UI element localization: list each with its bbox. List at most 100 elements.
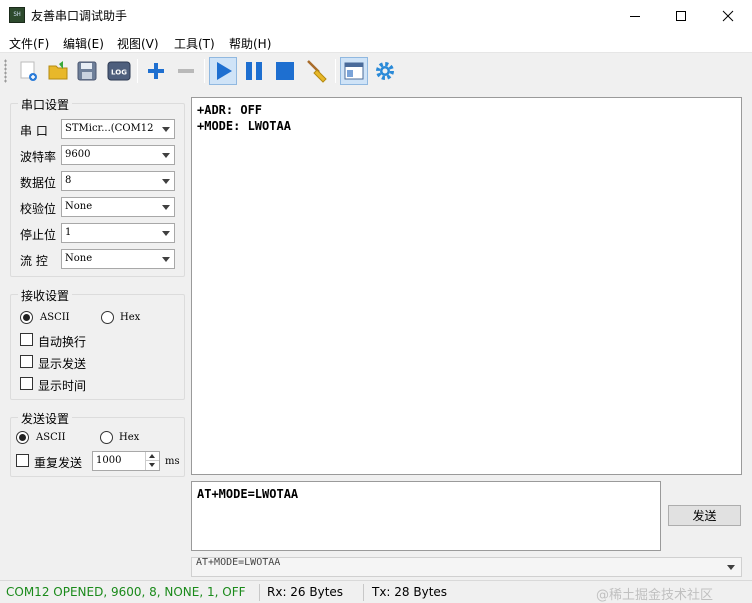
send-settings-title: 发送设置 xyxy=(18,410,73,427)
toolbar-separator xyxy=(137,59,138,83)
receive-output[interactable]: +ADR: OFF +MODE: LWOTAA xyxy=(191,97,742,475)
stopbits-label: 停止位 xyxy=(20,228,57,242)
show-send-label: 显示发送 xyxy=(38,357,87,371)
menu-view[interactable]: 视图(V) xyxy=(117,35,159,52)
repeat-interval-value: 1000 xyxy=(96,455,122,466)
maximize-icon xyxy=(676,10,686,21)
chevron-down-icon xyxy=(162,179,170,184)
clear-button[interactable] xyxy=(303,57,331,85)
close-icon xyxy=(722,10,734,21)
chevron-up-icon xyxy=(149,454,155,458)
svg-text:LOG: LOG xyxy=(111,69,127,77)
maximize-button[interactable] xyxy=(658,0,704,31)
auto-wrap-label: 自动换行 xyxy=(38,335,87,349)
save-button[interactable] xyxy=(73,57,101,85)
settings-button[interactable] xyxy=(371,57,399,85)
gear-icon xyxy=(376,62,394,80)
recv-hex-radio[interactable] xyxy=(101,311,114,324)
play-button[interactable] xyxy=(209,57,237,85)
databits-label: 数据位 xyxy=(20,176,57,190)
baud-label: 波特率 xyxy=(20,150,57,164)
receive-line: +MODE: LWOTAA xyxy=(197,119,291,133)
menu-edit[interactable]: 编辑(E) xyxy=(63,35,104,52)
toolbar-grip[interactable] xyxy=(4,59,7,83)
add-button[interactable] xyxy=(142,57,170,85)
recv-ascii-label: ASCII xyxy=(40,312,70,323)
tx-count: Tx: 28 Bytes xyxy=(372,585,448,599)
repeat-send-label: 重复发送 xyxy=(34,456,83,470)
repeat-interval-stepper[interactable]: 1000 xyxy=(92,451,160,471)
send-ascii-radio[interactable] xyxy=(16,431,29,444)
show-time-label: 显示时间 xyxy=(38,379,87,393)
window-layout-icon xyxy=(344,62,364,80)
stop-button[interactable] xyxy=(271,57,299,85)
parity-value: None xyxy=(65,201,93,212)
baud-value: 9600 xyxy=(65,149,91,160)
status-divider xyxy=(259,584,260,601)
port-value: STMicr...(COM12 xyxy=(65,123,154,134)
minimize-button[interactable] xyxy=(612,0,658,31)
chevron-down-icon xyxy=(162,231,170,236)
recv-ascii-radio[interactable] xyxy=(20,311,33,324)
watermark: @稀土掘金技术社区 xyxy=(596,588,714,603)
port-select[interactable]: STMicr...(COM12 xyxy=(61,119,175,139)
flow-select[interactable]: None xyxy=(61,249,175,269)
show-send-checkbox[interactable] xyxy=(20,355,33,368)
play-icon xyxy=(217,62,232,80)
recv-hex-label: Hex xyxy=(120,312,141,323)
chevron-down-icon xyxy=(162,153,170,158)
receive-settings-group: 接收设置 xyxy=(10,287,185,400)
status-bar: COM12 OPENED, 9600, 8, NONE, 1, OFF Rx: … xyxy=(0,580,752,603)
stopbits-select[interactable]: 1 xyxy=(61,223,175,243)
serial-settings-title: 串口设置 xyxy=(18,96,73,113)
databits-select[interactable]: 8 xyxy=(61,171,175,191)
parity-label: 校验位 xyxy=(20,202,57,216)
send-button[interactable]: 发送 xyxy=(668,505,741,526)
open-folder-icon xyxy=(48,61,68,80)
send-input[interactable]: AT+MODE=LWOTAA xyxy=(191,481,661,551)
repeat-send-checkbox[interactable] xyxy=(16,454,29,467)
flow-value: None xyxy=(65,253,93,264)
toolbar: LOG xyxy=(0,53,752,89)
stopbits-value: 1 xyxy=(65,227,72,238)
baud-select[interactable]: 9600 xyxy=(61,145,175,165)
databits-value: 8 xyxy=(65,175,72,186)
chevron-down-icon xyxy=(162,127,170,132)
toolbar-separator xyxy=(335,59,336,83)
remove-button[interactable] xyxy=(172,57,200,85)
pause-button[interactable] xyxy=(240,57,268,85)
remove-icon xyxy=(178,69,194,73)
connection-status: COM12 OPENED, 9600, 8, NONE, 1, OFF xyxy=(6,585,246,599)
rx-count: Rx: 26 Bytes xyxy=(267,585,344,599)
chevron-down-icon xyxy=(162,205,170,210)
send-history-value: AT+MODE=LWOTAA xyxy=(196,557,281,568)
show-time-checkbox[interactable] xyxy=(20,377,33,390)
log-icon: LOG xyxy=(107,61,131,81)
auto-wrap-checkbox[interactable] xyxy=(20,333,33,346)
title-bar: SH 友善串口调试助手 xyxy=(0,0,752,31)
open-button[interactable] xyxy=(44,57,72,85)
port-label: 串 口 xyxy=(20,124,48,138)
window-title: 友善串口调试助手 xyxy=(31,9,128,23)
parity-select[interactable]: None xyxy=(61,197,175,217)
log-button[interactable]: LOG xyxy=(105,57,133,85)
layout-button[interactable] xyxy=(340,57,368,85)
receive-settings-title: 接收设置 xyxy=(18,287,73,304)
new-button[interactable] xyxy=(15,57,43,85)
menu-file[interactable]: 文件(F) xyxy=(9,35,49,52)
save-icon xyxy=(77,61,97,81)
stop-icon xyxy=(276,62,294,80)
chevron-down-icon xyxy=(149,463,155,467)
send-hex-label: Hex xyxy=(119,432,140,443)
menu-tools[interactable]: 工具(T) xyxy=(174,35,215,52)
minimize-icon xyxy=(630,15,640,17)
chevron-down-icon xyxy=(162,257,170,262)
stepper-down-button[interactable] xyxy=(145,461,159,470)
send-hex-radio[interactable] xyxy=(100,431,113,444)
send-history-select[interactable]: AT+MODE=LWOTAA xyxy=(191,557,742,577)
stepper-up-button[interactable] xyxy=(145,452,159,461)
add-icon xyxy=(148,63,164,79)
menu-help[interactable]: 帮助(H) xyxy=(229,35,271,52)
pause-icon xyxy=(246,62,262,80)
close-button[interactable] xyxy=(705,0,751,31)
